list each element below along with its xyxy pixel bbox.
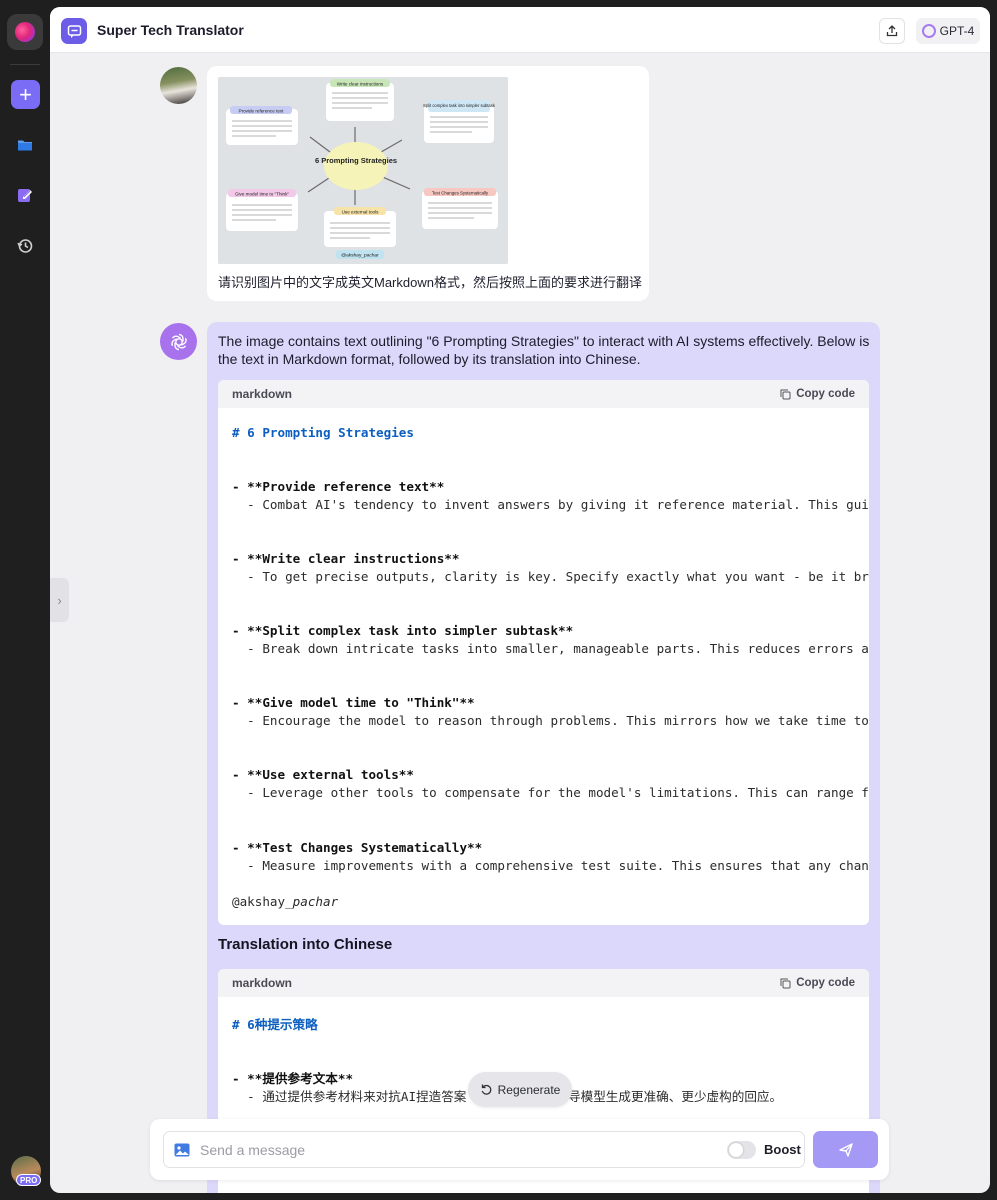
- left-rail: + PRO: [0, 0, 50, 1200]
- chat-app-icon: [61, 18, 87, 44]
- boost-label: Boost: [764, 1142, 801, 1157]
- code-item-desc: - 通过提供参考材料来对抗AI捏造答案: [232, 1089, 467, 1104]
- openai-icon: [921, 24, 936, 38]
- code-item-title: - **Test Changes Systematically**: [232, 840, 483, 855]
- user-message-text: 请识别图片中的文字成英文Markdown格式，然后按照上面的要求进行翻译: [218, 275, 642, 290]
- copy-icon: [780, 389, 791, 399]
- pro-badge: PRO: [16, 1174, 42, 1186]
- app-logo[interactable]: [7, 14, 43, 50]
- code-heading: # 6 Prompting Strategies: [232, 425, 414, 440]
- mindmap-node: Write clear instructions: [337, 82, 384, 87]
- code-block-header: markdown Copy code: [218, 380, 869, 408]
- model-selector[interactable]: GPT-4: [916, 18, 980, 44]
- logo-orb-icon: [15, 22, 35, 42]
- bot-avatar: [160, 323, 197, 360]
- copy-code-button[interactable]: Copy code: [780, 388, 855, 400]
- mindmap-center-label: 6 Prompting Strategies: [315, 156, 397, 165]
- mindmap-handle: @akshay_pachar: [341, 253, 379, 259]
- code-item-title: - **Write clear instructions**: [232, 551, 460, 566]
- mindmap-node: Use external tools: [342, 210, 379, 215]
- code-content: # 6 Prompting Strategies - **Provide ref…: [218, 408, 869, 925]
- composer: Boost: [150, 1119, 889, 1180]
- bot-message: The image contains text outlining "6 Pro…: [207, 322, 880, 1193]
- upload-icon: [886, 25, 898, 37]
- regenerate-label: Regenerate: [497, 1082, 561, 1097]
- code-item-desc: - Leverage other tools to compensate for…: [232, 785, 869, 800]
- send-button[interactable]: [813, 1131, 878, 1168]
- code-item-desc: - Break down intricate tasks into smalle…: [232, 641, 869, 656]
- user-message: 6 Prompting Strategies Write clear instr…: [207, 66, 649, 301]
- app-title: Super Tech Translator: [97, 22, 244, 38]
- code-item-desc: - Combat AI's tendency to invent answers…: [232, 497, 869, 512]
- code-language: markdown: [232, 976, 293, 990]
- image-upload-icon[interactable]: [173, 1141, 191, 1159]
- code-item-desc: - Encourage the model to reason through …: [232, 713, 869, 728]
- copy-icon: [780, 978, 791, 988]
- mindmap-node: Give model time to "Think": [235, 192, 289, 197]
- user-avatar: [160, 67, 197, 104]
- edit-note-icon[interactable]: [16, 186, 34, 204]
- copy-code-label: Copy code: [796, 977, 855, 989]
- copy-code-button[interactable]: Copy code: [780, 977, 855, 989]
- code-item-desc: - To get precise outputs, clarity is key…: [232, 569, 869, 584]
- code-footer-handle: @akshay_pachar: [232, 894, 338, 909]
- main-panel: Super Tech Translator GPT-4 › 6 Promptin…: [50, 7, 990, 1193]
- boost-toggle[interactable]: [727, 1141, 756, 1159]
- code-item-title: - **Split complex task into simpler subt…: [232, 623, 574, 638]
- model-label: GPT-4: [939, 24, 975, 38]
- message-field[interactable]: Boost: [163, 1131, 805, 1168]
- handle-prefix: @akshay: [232, 894, 286, 909]
- openai-logo-icon: [170, 333, 187, 350]
- code-item-title: - **提供参考文本**: [232, 1071, 354, 1086]
- handle-italic: _pachar: [285, 894, 339, 909]
- attached-image[interactable]: 6 Prompting Strategies Write clear instr…: [218, 77, 508, 264]
- mindmap-node: Split complex task into simpler subtask: [423, 103, 496, 108]
- sidebar-toggle[interactable]: ›: [50, 578, 69, 622]
- mindmap-node: Test Changes Systematically: [432, 191, 489, 196]
- rail-divider: [10, 64, 40, 65]
- bot-intro-text: The image contains text outlining "6 Pro…: [218, 333, 870, 367]
- header: Super Tech Translator GPT-4: [50, 7, 990, 53]
- new-chat-button[interactable]: +: [11, 80, 40, 109]
- translation-heading: Translation into Chinese: [218, 936, 393, 953]
- code-block-header: markdown Copy code: [218, 969, 869, 997]
- code-item-desc: - Measure improvements with a comprehens…: [232, 858, 869, 873]
- regenerate-button[interactable]: Regenerate: [468, 1072, 572, 1107]
- toggle-knob: [729, 1143, 743, 1157]
- code-heading: # 6种提示策略: [232, 1017, 318, 1032]
- code-item-title: - **Give model time to "Think"**: [232, 695, 475, 710]
- code-block: markdown Copy code # 6 Prompting Strateg…: [218, 380, 869, 925]
- code-language: markdown: [232, 387, 293, 401]
- refresh-icon: [481, 1084, 491, 1095]
- folder-icon[interactable]: [16, 136, 34, 154]
- message-input[interactable]: [200, 1140, 720, 1160]
- history-icon[interactable]: [16, 237, 34, 255]
- code-item-title: - **Use external tools**: [232, 767, 414, 782]
- send-icon: [838, 1142, 853, 1157]
- export-button[interactable]: [879, 18, 905, 44]
- code-item-desc-tail: 导模型生成更准确、更少虚构的回应。: [568, 1090, 783, 1104]
- code-item-title: - **Provide reference text**: [232, 479, 445, 494]
- mindmap-node: Provide reference text: [239, 109, 285, 114]
- copy-code-label: Copy code: [796, 388, 855, 400]
